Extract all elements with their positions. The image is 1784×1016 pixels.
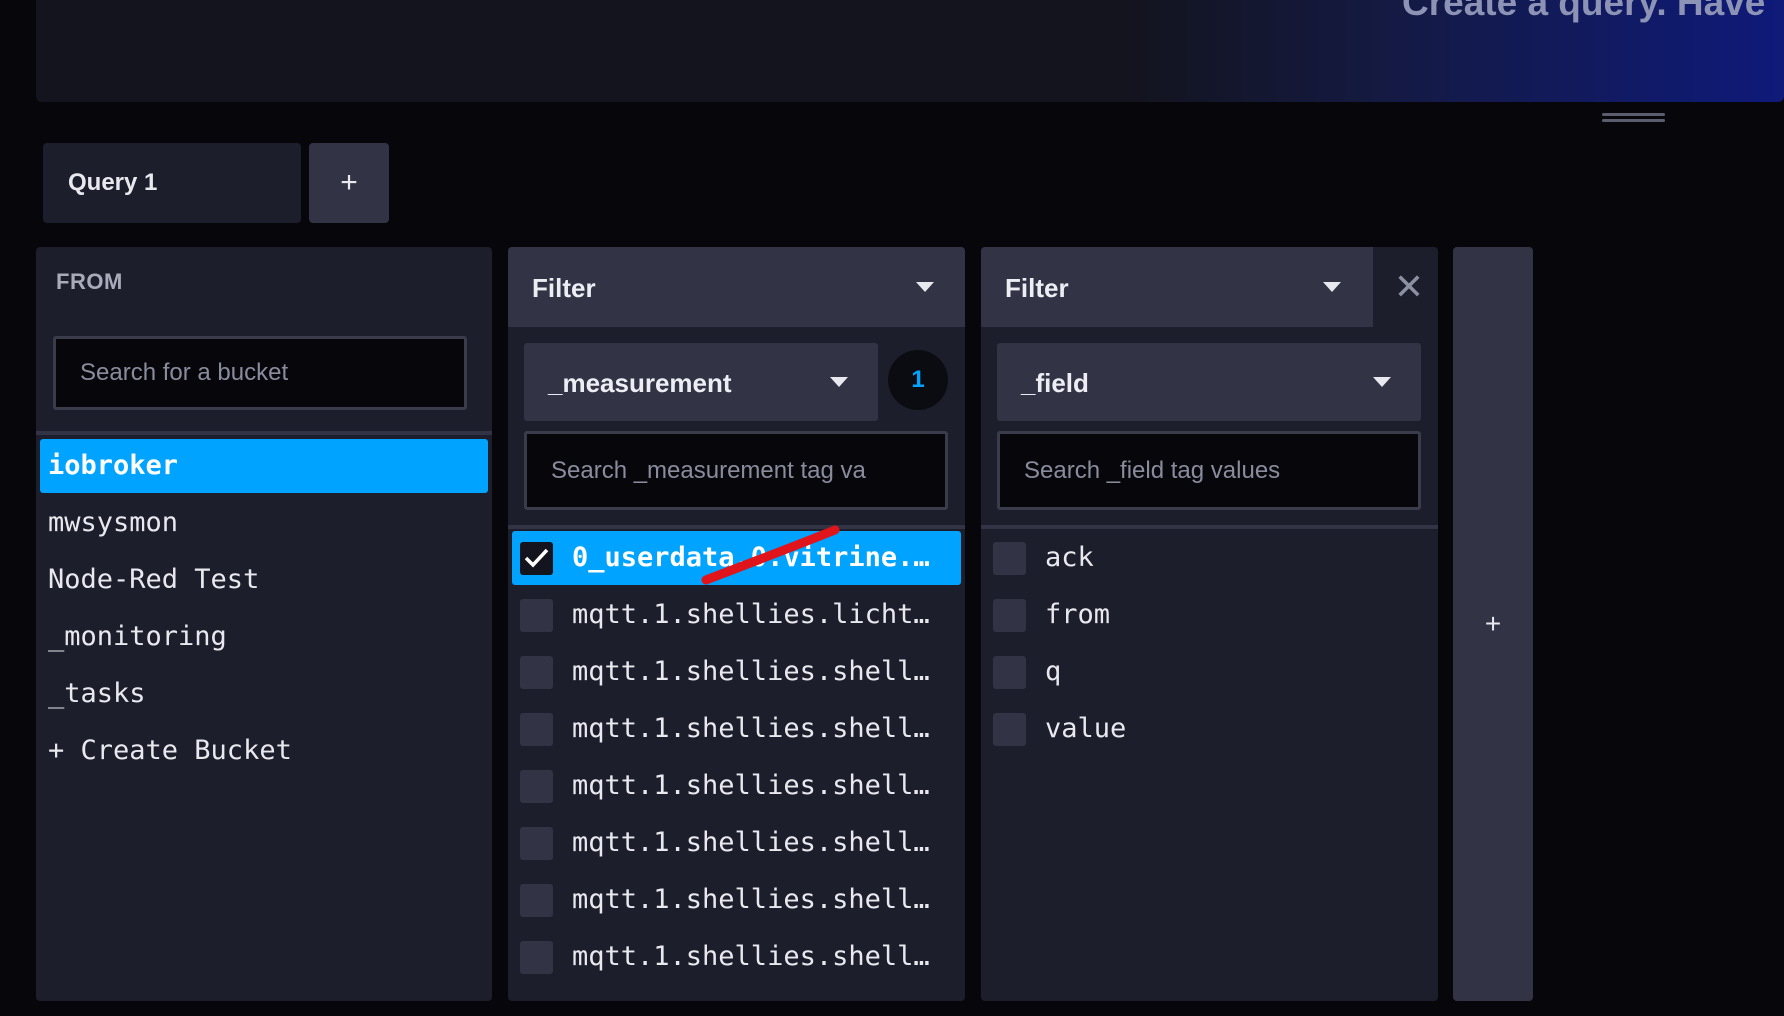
chevron-down-icon: [1323, 282, 1341, 292]
measurement-value-item[interactable]: mqtt.1.shellies.shell…: [512, 816, 961, 870]
value-label: 0_userdata.0.vitrine.…: [572, 542, 930, 573]
measurement-value-item[interactable]: mqtt.1.shellies.shell…: [512, 645, 961, 699]
bucket-item-iobroker[interactable]: iobroker: [40, 439, 488, 493]
bucket-item-tasks[interactable]: _tasks: [40, 667, 488, 721]
checkbox[interactable]: [993, 656, 1026, 689]
add-filter-button[interactable]: +: [1453, 247, 1533, 1001]
field-value-item[interactable]: ack: [985, 531, 1434, 585]
value-label: mqtt.1.shellies.shell…: [572, 713, 930, 744]
check-icon: [524, 548, 549, 568]
divider: [36, 431, 492, 435]
banner-text: Create a query. Have: [1402, 0, 1766, 23]
filter-function-label: Filter: [1005, 273, 1069, 303]
checkbox[interactable]: [520, 599, 553, 632]
field-value-item[interactable]: value: [985, 702, 1434, 756]
measurement-value-item[interactable]: mqtt.1.shellies.shell…: [512, 702, 961, 756]
measurement-value-list: 0_userdata.0.vitrine.… mqtt.1.shellies.l…: [508, 531, 965, 987]
value-label: from: [1045, 599, 1111, 630]
chevron-down-icon: [830, 377, 848, 387]
from-panel: FROM iobroker mwsysmon Node-Red Test _mo…: [36, 247, 492, 1001]
checkbox-checked[interactable]: [520, 542, 553, 575]
field-value-list: ack from q value: [981, 531, 1438, 759]
filter-panel-field: Filter ✕ _field ack from q value: [981, 247, 1438, 1001]
tag-key-label: _measurement: [548, 368, 732, 398]
add-query-button[interactable]: +: [309, 143, 389, 223]
filter-panel-measurement: Filter _measurement 1 0_userdata.0.vitri…: [508, 247, 965, 1001]
checkbox[interactable]: [520, 827, 553, 860]
measurement-value-item[interactable]: mqtt.1.shellies.licht…: [512, 588, 961, 642]
value-label: mqtt.1.shellies.licht…: [572, 599, 930, 630]
value-label: mqtt.1.shellies.shell…: [572, 656, 930, 687]
selected-count-badge: 1: [888, 350, 948, 410]
resize-handle[interactable]: [1602, 113, 1665, 123]
filter-function-dropdown[interactable]: Filter: [981, 247, 1373, 327]
value-label: value: [1045, 713, 1127, 744]
field-search-input[interactable]: [1000, 434, 1418, 507]
checkbox[interactable]: [520, 884, 553, 917]
chevron-down-icon: [1373, 377, 1391, 387]
value-label: mqtt.1.shellies.shell…: [572, 941, 930, 972]
tag-key-dropdown-measurement[interactable]: _measurement: [524, 343, 878, 421]
checkbox[interactable]: [993, 713, 1026, 746]
measurement-value-item[interactable]: 0_userdata.0.vitrine.…: [512, 531, 961, 585]
from-heading: FROM: [56, 269, 123, 294]
measurement-search-input[interactable]: [527, 434, 945, 507]
value-label: mqtt.1.shellies.shell…: [572, 884, 930, 915]
checkbox[interactable]: [520, 770, 553, 803]
field-value-item[interactable]: from: [985, 588, 1434, 642]
bucket-item-monitoring[interactable]: _monitoring: [40, 610, 488, 664]
filter-function-label: Filter: [532, 273, 596, 303]
close-icon[interactable]: ✕: [1389, 267, 1429, 307]
bucket-search-field[interactable]: [53, 336, 467, 410]
query-builder-banner: Create a query. Have: [36, 0, 1784, 102]
checkbox[interactable]: [520, 656, 553, 689]
field-search-field[interactable]: [997, 431, 1421, 510]
tag-key-label: _field: [1021, 368, 1089, 398]
tag-key-dropdown-field[interactable]: _field: [997, 343, 1421, 421]
create-bucket-button[interactable]: + Create Bucket: [40, 724, 488, 778]
value-label: q: [1045, 656, 1062, 687]
measurement-value-item[interactable]: mqtt.1.shellies.shell…: [512, 759, 961, 813]
value-label: ack: [1045, 542, 1094, 573]
value-label: mqtt.1.shellies.shell…: [572, 770, 930, 801]
checkbox[interactable]: [993, 542, 1026, 575]
divider: [508, 525, 965, 529]
value-label: mqtt.1.shellies.shell…: [572, 827, 930, 858]
checkbox[interactable]: [520, 713, 553, 746]
measurement-value-item[interactable]: mqtt.1.shellies.shell…: [512, 873, 961, 927]
field-value-item[interactable]: q: [985, 645, 1434, 699]
bucket-search-input[interactable]: [56, 339, 464, 407]
measurement-search-field[interactable]: [524, 431, 948, 510]
query-tab[interactable]: Query 1: [43, 143, 301, 223]
checkbox[interactable]: [993, 599, 1026, 632]
chevron-down-icon: [916, 282, 934, 292]
bucket-item-mwsysmon[interactable]: mwsysmon: [40, 496, 488, 550]
filter-function-dropdown[interactable]: Filter: [508, 247, 965, 327]
checkbox[interactable]: [520, 941, 553, 974]
measurement-value-item[interactable]: mqtt.1.shellies.shell…: [512, 930, 961, 984]
divider: [981, 525, 1438, 529]
bucket-item-node-red-test[interactable]: Node-Red Test: [40, 553, 488, 607]
bucket-list: iobroker mwsysmon Node-Red Test _monitor…: [40, 439, 488, 781]
query-tab-label: Query 1: [68, 169, 158, 196]
